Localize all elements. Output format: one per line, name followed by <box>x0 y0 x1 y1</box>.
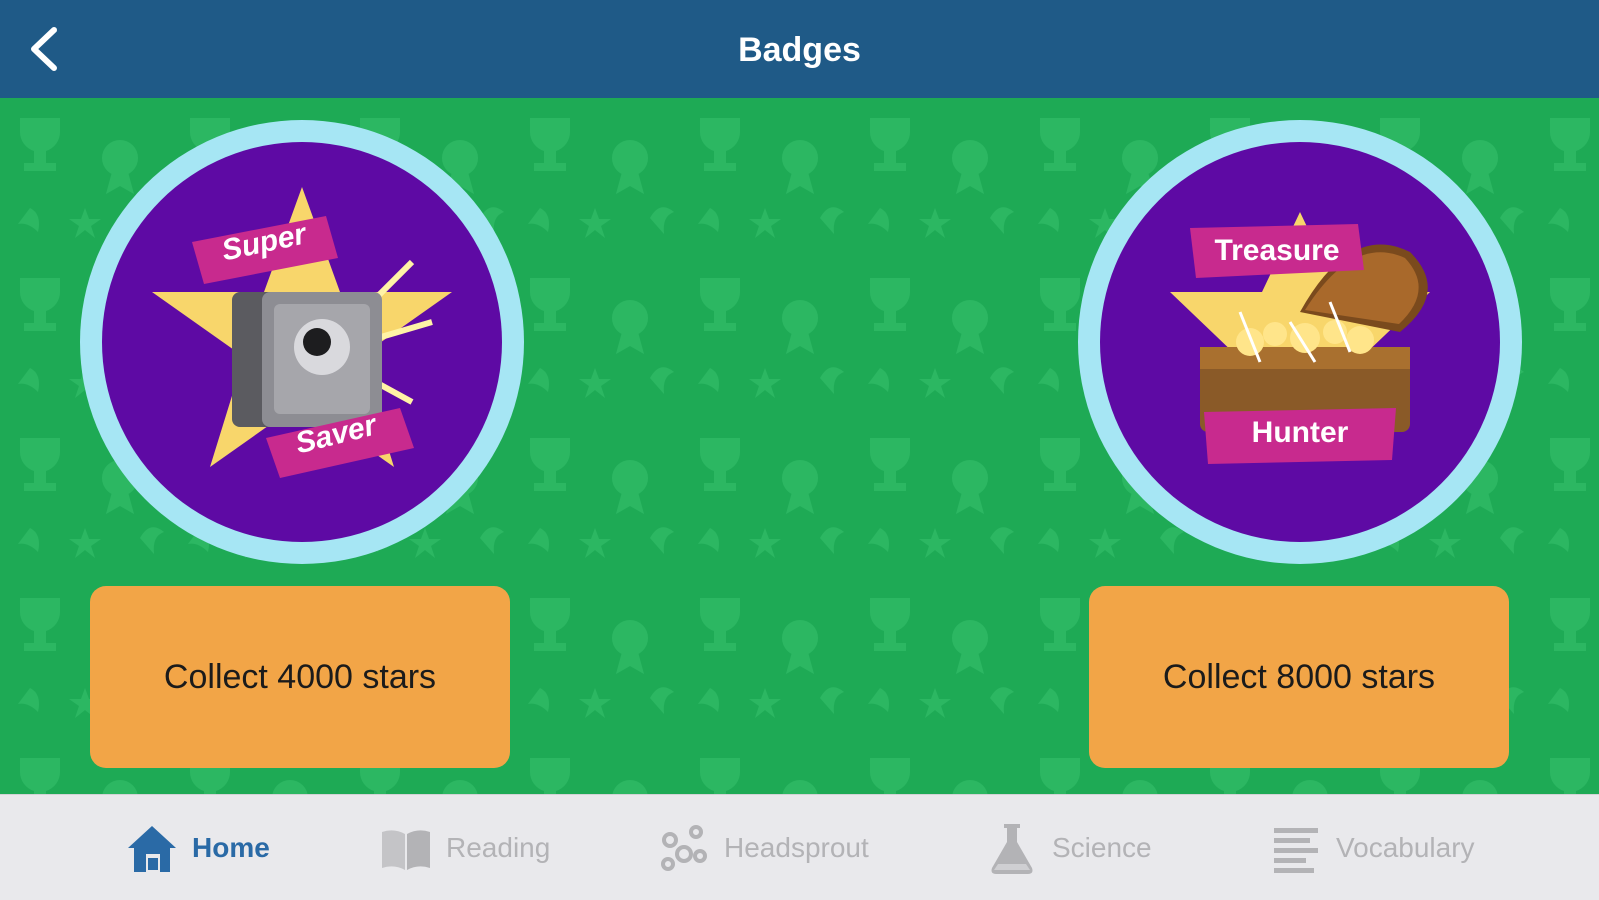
tab-headsprout[interactable]: Headsprout <box>656 795 869 900</box>
tab-science[interactable]: Science <box>984 795 1152 900</box>
treasure-chest-icon <box>1170 212 1430 457</box>
badge-requirement: Collect 4000 stars <box>90 586 510 768</box>
tab-label: Home <box>192 832 270 863</box>
badge-requirement: Collect 8000 stars <box>1089 586 1509 768</box>
page-title: Badges <box>738 31 861 69</box>
badge-super-saver[interactable]: Super Saver <box>80 120 524 564</box>
safe-icon <box>152 187 452 467</box>
chevron-left-icon <box>31 27 57 71</box>
list-icon <box>1274 828 1318 873</box>
badge-banner-top: Treasure <box>1214 234 1340 267</box>
home-icon <box>128 826 176 872</box>
tab-label: Vocabulary <box>1336 832 1475 863</box>
bottom-tab-bar: Home Reading Headsprout Science Vocabula… <box>0 794 1599 900</box>
badge-treasure-hunter[interactable]: Treasure Hunter <box>1078 120 1522 564</box>
tab-vocabulary[interactable]: Vocabulary <box>1268 795 1475 900</box>
book-icon <box>382 830 430 870</box>
badge-banner-bottom: Hunter <box>1251 416 1349 449</box>
flask-icon <box>991 824 1033 874</box>
tab-reading[interactable]: Reading <box>378 795 550 900</box>
tab-label: Headsprout <box>724 832 869 863</box>
badge-face: Treasure Hunter <box>1100 142 1500 542</box>
tab-home[interactable]: Home <box>124 795 270 900</box>
badge-face: Super Saver <box>102 142 502 542</box>
tab-label: Science <box>1052 832 1152 863</box>
tab-label: Reading <box>446 832 551 863</box>
headsprout-icon <box>661 825 707 871</box>
back-button[interactable] <box>22 22 72 76</box>
header-bar: Badges <box>0 0 1599 98</box>
badges-area: Super Saver Treasure Hunter Collect 4000… <box>0 98 1599 794</box>
